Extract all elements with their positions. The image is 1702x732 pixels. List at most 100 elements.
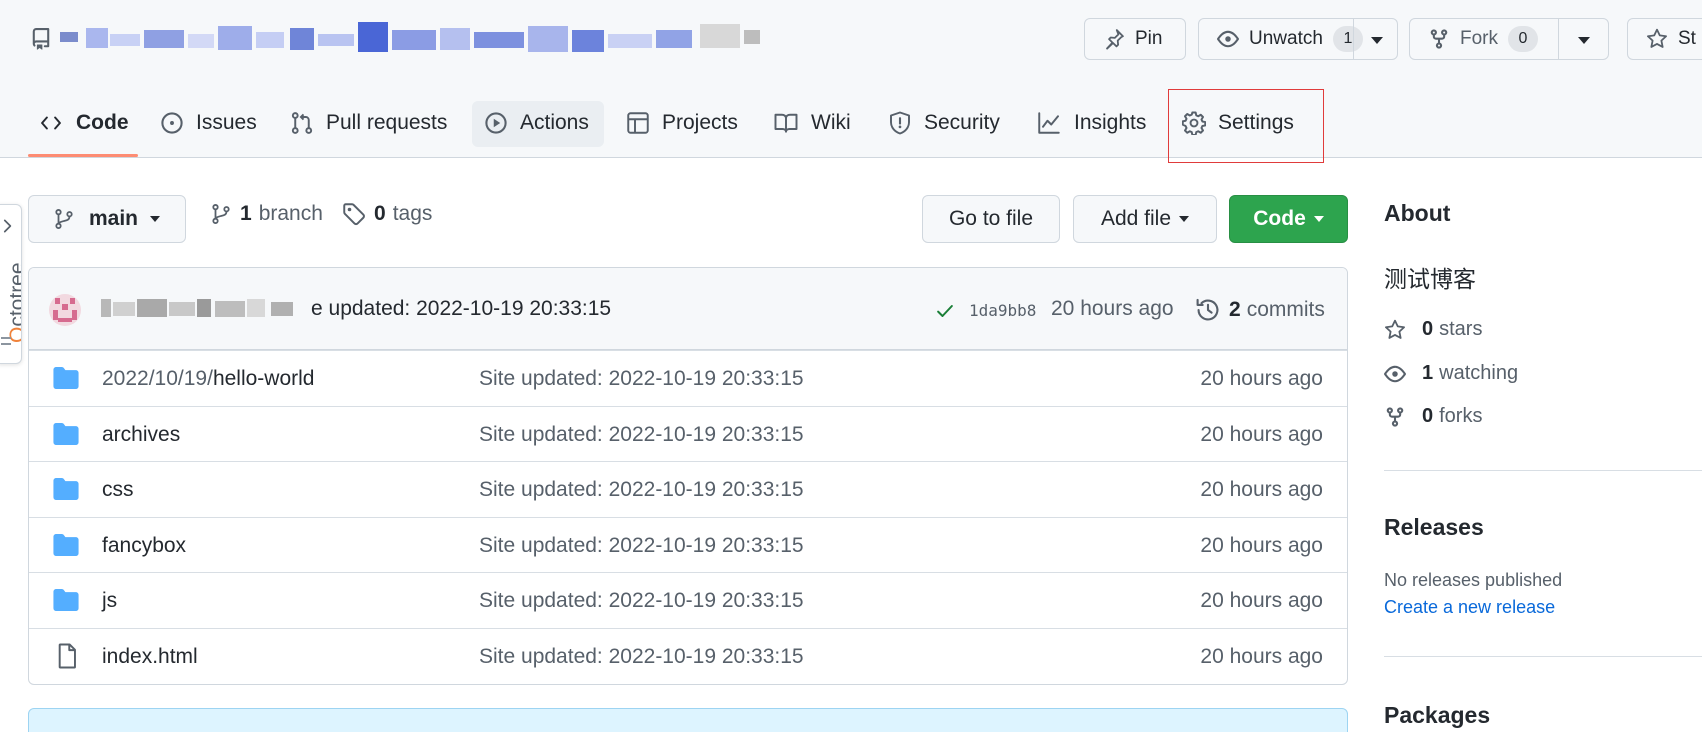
- folder-icon: [53, 533, 79, 556]
- git-branch-icon: [210, 202, 232, 226]
- no-releases-text: No releases published: [1384, 570, 1563, 590]
- tab-pull-requests[interactable]: Pull requests: [290, 100, 447, 146]
- forks-link[interactable]: 0 forks: [1384, 405, 1482, 428]
- tab-pull-requests-label: Pull requests: [326, 111, 448, 134]
- file-name[interactable]: archives: [102, 423, 180, 447]
- pin-icon: [1103, 28, 1125, 50]
- commits-label: commits: [1246, 298, 1325, 321]
- file-age: 20 hours ago: [1200, 644, 1323, 668]
- tab-actions[interactable]: Actions: [484, 100, 589, 146]
- file-commit-message[interactable]: Site updated: 2022-10-19 20:33:15: [479, 367, 804, 391]
- branches-link[interactable]: 1 branch: [210, 202, 323, 226]
- file-commit-message[interactable]: Site updated: 2022-10-19 20:33:15: [479, 423, 804, 447]
- tab-security[interactable]: Security: [888, 100, 1000, 146]
- commit-author-redacted[interactable]: [101, 299, 301, 319]
- repo-description: 测试博客: [1384, 266, 1476, 292]
- fork-count: 0: [1508, 26, 1538, 52]
- fork-button[interactable]: Fork 0: [1409, 18, 1609, 60]
- repo-name-redacted[interactable]: [60, 20, 762, 60]
- divider: [1384, 656, 1702, 657]
- book-icon: [773, 111, 799, 135]
- file-age: 20 hours ago: [1200, 422, 1323, 446]
- tab-issues-label: Issues: [196, 111, 257, 134]
- file-commit-message[interactable]: Site updated: 2022-10-19 20:33:15: [479, 645, 804, 669]
- watch-count: 1: [1332, 26, 1363, 52]
- repo-icon: [30, 26, 52, 52]
- file-table: e updated: 2022-10-19 20:33:15 1da9bb8 2…: [28, 267, 1348, 685]
- chevron-down-icon: [1313, 216, 1324, 222]
- tab-selected-underline: [28, 154, 138, 157]
- tab-insights-label: Insights: [1074, 111, 1147, 134]
- repo-header: Pin Unwatch 1 Fork 0 St Code Issues Pull…: [0, 0, 1702, 163]
- add-file-button[interactable]: Add file: [1073, 195, 1217, 243]
- branch-selector[interactable]: main: [28, 195, 186, 243]
- drag-handle-icon[interactable]: [1, 337, 11, 349]
- file-commit-message[interactable]: Site updated: 2022-10-19 20:33:15: [479, 589, 804, 613]
- eye-icon: [1384, 363, 1406, 385]
- file-row[interactable]: 2022/10/19/hello-world Site updated: 202…: [29, 350, 1347, 406]
- commit-message[interactable]: e updated: 2022-10-19 20:33:15: [311, 297, 611, 321]
- file-name[interactable]: js: [102, 589, 117, 613]
- watching-link[interactable]: 1 watching: [1384, 362, 1518, 385]
- commit-sha[interactable]: 1da9bb8: [969, 301, 1036, 320]
- file-name[interactable]: css: [102, 478, 134, 502]
- stars-count: 0: [1422, 318, 1434, 340]
- tab-actions-label: Actions: [520, 111, 589, 134]
- chevron-down-icon[interactable]: [1371, 37, 1383, 44]
- play-icon: [484, 111, 508, 135]
- file-row[interactable]: css Site updated: 2022-10-19 20:33:15 20…: [29, 461, 1347, 517]
- code-dropdown-button[interactable]: Code: [1229, 195, 1348, 243]
- octotree-label: Octotree: [6, 262, 22, 343]
- separator: [1353, 19, 1354, 59]
- create-release-link[interactable]: Create a new release: [1384, 597, 1555, 618]
- tab-wiki[interactable]: Wiki: [773, 100, 851, 146]
- history-icon: [1195, 297, 1221, 323]
- readme-banner: [28, 708, 1348, 732]
- pin-label: Pin: [1135, 28, 1163, 49]
- file-row[interactable]: fancybox Site updated: 2022-10-19 20:33:…: [29, 516, 1347, 573]
- separator: [1558, 19, 1559, 59]
- branches-count: 1: [240, 202, 252, 225]
- check-icon[interactable]: [934, 301, 956, 321]
- code-button-label: Code: [1253, 207, 1306, 230]
- packages-heading[interactable]: Packages: [1384, 702, 1490, 729]
- pin-button[interactable]: Pin: [1084, 18, 1186, 60]
- folder-icon: [53, 589, 79, 611]
- octotree-toggle[interactable]: Octotree: [0, 204, 22, 364]
- go-to-file-button[interactable]: Go to file: [922, 195, 1060, 243]
- stars-link[interactable]: 0 stars: [1384, 318, 1482, 341]
- file-row[interactable]: index.html Site updated: 2022-10-19 20:3…: [29, 627, 1347, 684]
- chevron-down-icon[interactable]: [1578, 37, 1590, 44]
- table-icon: [626, 111, 650, 135]
- file-commit-message[interactable]: Site updated: 2022-10-19 20:33:15: [479, 534, 804, 558]
- add-file-label: Add file: [1100, 207, 1172, 230]
- file-name[interactable]: index.html: [102, 645, 198, 669]
- file-age: 20 hours ago: [1200, 589, 1323, 612]
- star-label: St: [1678, 28, 1696, 49]
- avatar[interactable]: [49, 294, 81, 326]
- file-age: 20 hours ago: [1200, 367, 1323, 390]
- tab-wiki-label: Wiki: [811, 111, 851, 134]
- commits-history-link[interactable]: 2 commits: [1195, 297, 1325, 323]
- tab-code[interactable]: Code: [38, 100, 129, 146]
- file-icon: [57, 642, 77, 669]
- tab-insights[interactable]: Insights: [1036, 100, 1146, 146]
- code-icon: [38, 112, 64, 134]
- tags-label: tags: [392, 202, 433, 225]
- file-row[interactable]: js Site updated: 2022-10-19 20:33:15 20 …: [29, 572, 1347, 628]
- file-name[interactable]: fancybox: [102, 534, 186, 558]
- forks-label: forks: [1439, 405, 1483, 427]
- releases-heading[interactable]: Releases: [1384, 514, 1484, 541]
- file-name[interactable]: 2022/10/19/hello-world: [102, 367, 314, 391]
- branch-name: main: [89, 207, 139, 230]
- star-button[interactable]: St: [1627, 18, 1702, 60]
- tags-link[interactable]: 0 tags: [342, 202, 432, 226]
- file-row[interactable]: archives Site updated: 2022-10-19 20:33:…: [29, 405, 1347, 462]
- unwatch-button[interactable]: Unwatch 1: [1198, 18, 1398, 60]
- tab-issues[interactable]: Issues: [160, 100, 257, 146]
- graph-icon: [1036, 111, 1062, 135]
- tab-projects[interactable]: Projects: [626, 100, 738, 146]
- file-commit-message[interactable]: Site updated: 2022-10-19 20:33:15: [479, 478, 804, 502]
- chevron-down-icon: [1179, 216, 1190, 222]
- tab-security-label: Security: [924, 111, 1000, 134]
